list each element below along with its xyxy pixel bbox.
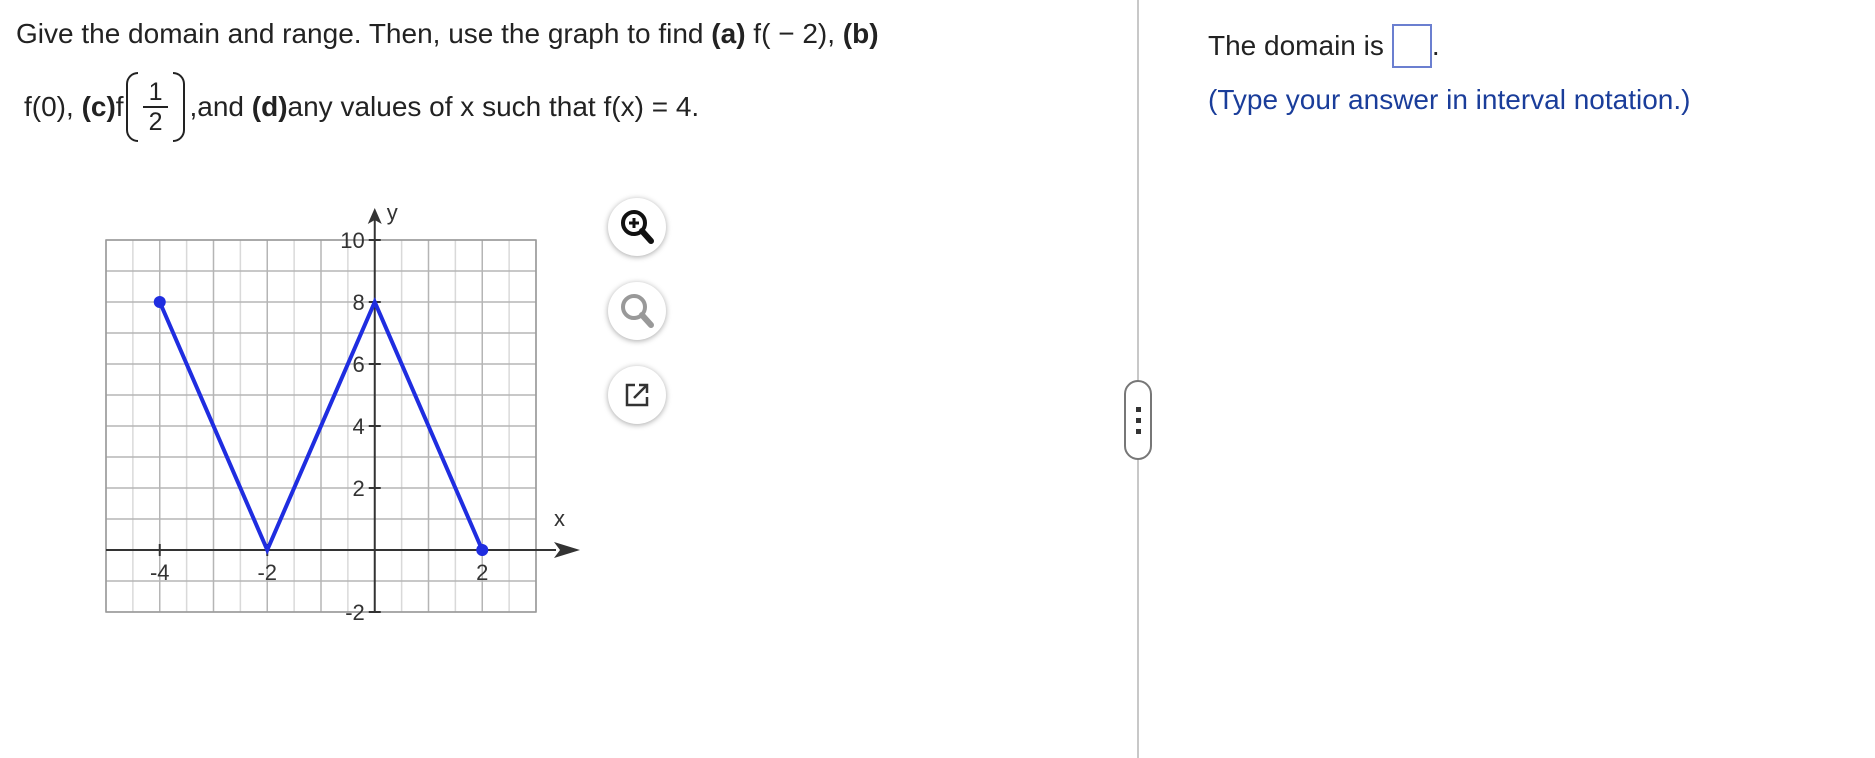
question-panel: Give the domain and range. Then, use the… xyxy=(0,0,1136,758)
x-tick-label: -2 xyxy=(257,560,277,585)
part-c-function: f xyxy=(115,91,124,122)
domain-answer-line: The domain is . xyxy=(1208,24,1690,68)
part-d-label: (d) xyxy=(251,91,288,122)
start-endpoint xyxy=(153,296,166,308)
external-link-icon xyxy=(625,383,649,407)
and-text: and xyxy=(197,91,244,122)
y-tick-label: 6 xyxy=(353,352,365,377)
x-tick-label: -4 xyxy=(150,560,170,585)
y-tick-label: -2 xyxy=(345,600,365,625)
answer-panel: The domain is . (Type your answer in int… xyxy=(1208,24,1690,116)
part-b-label: (b) xyxy=(842,18,879,49)
zoom-in-button[interactable] xyxy=(608,198,666,256)
popout-button[interactable] xyxy=(608,366,666,424)
comma: , xyxy=(189,91,198,122)
domain-period: . xyxy=(1431,30,1440,61)
fraction: 1 2 xyxy=(142,78,169,136)
x-axis-arrow xyxy=(554,542,580,558)
panel-resize-handle[interactable] xyxy=(1124,380,1152,460)
fraction-argument: 1 2 xyxy=(125,72,186,142)
y-tick-label: 8 xyxy=(353,290,365,315)
question-line-2: f(0), (c) f 1 2 , and (d) any values of … xyxy=(24,62,699,152)
part-a-expression: f( − 2), xyxy=(745,18,843,49)
domain-prompt: The domain is xyxy=(1208,30,1384,61)
panel-divider xyxy=(1137,0,1139,758)
left-paren xyxy=(125,72,138,142)
handle-dot xyxy=(1135,417,1141,423)
domain-answer-input[interactable] xyxy=(1391,24,1432,68)
fraction-denominator: 2 xyxy=(148,108,163,136)
fraction-numerator: 1 xyxy=(142,78,169,108)
right-paren xyxy=(173,72,186,142)
function-graph: x y -4 -2 2 -2 2 4 6 8 10 xyxy=(105,200,580,625)
x-axis-label: x xyxy=(554,506,565,531)
question-intro-text: Give the domain and range. Then, use the… xyxy=(16,18,712,49)
handle-dot xyxy=(1135,406,1141,412)
y-tick-label: 4 xyxy=(353,414,365,439)
y-axis-label: y xyxy=(387,200,398,225)
zoom-in-icon xyxy=(621,210,654,244)
handle-dot xyxy=(1135,428,1141,434)
part-c-label: (c) xyxy=(81,91,116,122)
part-d-text: any values of x such that f(x) = 4. xyxy=(287,91,700,122)
part-a-label: (a) xyxy=(711,18,746,49)
part-b-expression: f(0), xyxy=(24,91,74,122)
y-tick-label: 10 xyxy=(340,228,364,253)
end-endpoint xyxy=(476,544,489,556)
question-line-1: Give the domain and range. Then, use the… xyxy=(16,18,879,50)
zoom-out-icon xyxy=(621,294,654,328)
zoom-out-button[interactable] xyxy=(608,282,666,340)
interval-notation-hint: (Type your answer in interval notation.) xyxy=(1208,84,1691,115)
x-tick-label: 2 xyxy=(476,560,488,585)
y-tick-label: 2 xyxy=(353,476,365,501)
